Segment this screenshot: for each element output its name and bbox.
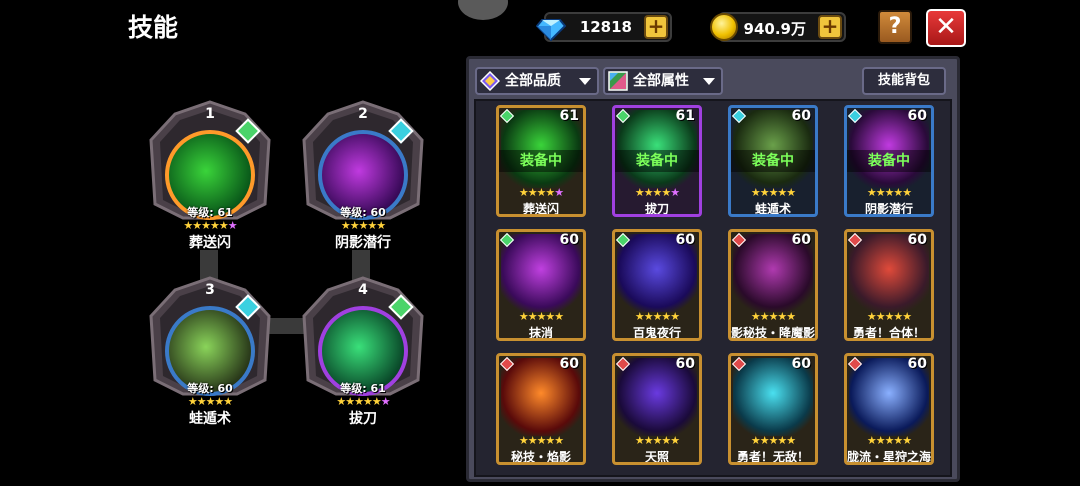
- help-button[interactable]: ?: [878, 10, 912, 44]
- skill-level: 60: [559, 232, 579, 248]
- skill-level: 60: [907, 108, 927, 124]
- gold-counter: 940.9万 +: [710, 12, 846, 42]
- skill-stars: ★★★★★: [634, 186, 680, 199]
- skill-name: 抹消: [528, 326, 553, 340]
- slot-number: 3: [205, 282, 215, 298]
- quality-icon: [480, 71, 500, 91]
- attribute-icon: [608, 71, 628, 91]
- skill-name: 阴影潜行: [864, 202, 913, 216]
- skill-name: 百鬼夜行: [632, 326, 681, 340]
- equipped-badge: 装备中: [847, 150, 931, 172]
- coin-icon: [710, 13, 738, 41]
- equipped-badge: 装备中: [615, 150, 699, 172]
- skill-level: 60: [675, 232, 695, 248]
- skill-level: 60: [559, 356, 579, 372]
- add-gems-button[interactable]: +: [644, 15, 668, 39]
- skill-card[interactable]: 60 ★★★★★ 天照: [612, 353, 702, 465]
- close-button[interactable]: ✕: [926, 9, 966, 47]
- quality-filter-label: 全部品质: [505, 73, 561, 89]
- skill-card[interactable]: 61 装备中 ★★★★★ 拔刀: [612, 105, 702, 217]
- gem-amount: 12818: [579, 18, 632, 36]
- slot-number: 2: [358, 106, 368, 122]
- slot-stars: ★★★★★: [187, 395, 233, 408]
- skill-bag-button[interactable]: 技能背包: [862, 67, 946, 95]
- skill-level: 61: [559, 108, 579, 124]
- skill-stars: ★★★★★: [750, 186, 796, 199]
- skill-panel: 全部品质 全部属性 技能背包 61 装备中 ★★★★★ 葬送闪 61 装备中 ★★★★★ 拔刀…: [466, 56, 960, 482]
- skill-name: 天照: [644, 450, 669, 464]
- skill-grid: 61 装备中 ★★★★★ 葬送闪 61 装备中 ★★★★★ 拔刀 60 装备中 ★★★★★ 蛙遁术 60…: [474, 99, 952, 477]
- skill-level: 61: [675, 108, 695, 124]
- chevron-down-icon: [579, 78, 591, 85]
- slot-level: 等级: 60: [340, 206, 386, 219]
- equipped-badge: 装备中: [731, 150, 815, 172]
- top-deco: [458, 0, 508, 20]
- slot-stars: ★★★★★★: [336, 395, 390, 408]
- slot-skill-name: 拔刀: [349, 411, 377, 427]
- gem-counter: 12818 +: [536, 12, 672, 42]
- skill-name: 勇者！无敌！: [736, 450, 809, 464]
- skill-level: 60: [791, 356, 811, 372]
- chevron-down-icon: [703, 78, 715, 85]
- skill-card[interactable]: 60 装备中 ★★★★★ 阴影潜行: [844, 105, 934, 217]
- skill-stars: ★★★★★: [866, 434, 912, 447]
- skill-card[interactable]: 60 ★★★★★ 百鬼夜行: [612, 229, 702, 341]
- add-gold-button[interactable]: +: [818, 15, 842, 39]
- skill-stars: ★★★★★: [866, 310, 912, 323]
- equipped-slot-2[interactable]: 2 等级: 60 ★★★★★ 阴影潜行: [298, 100, 428, 251]
- slot-number: 4: [358, 282, 368, 298]
- slot-stars: ★★★★★: [340, 219, 386, 232]
- equipped-slot-4[interactable]: 4 等级: 61 ★★★★★★ 拔刀: [298, 276, 428, 427]
- equipped-slot-3[interactable]: 3 等级: 60 ★★★★★ 蛙遁术: [145, 276, 275, 427]
- slot-level: 等级: 60: [187, 382, 233, 395]
- skill-card[interactable]: 60 ★★★★★ 勇者！无敌！: [728, 353, 818, 465]
- skill-card[interactable]: 60 ★★★★★ 秘技・焰影: [496, 353, 586, 465]
- gem-icon: [536, 19, 566, 42]
- skill-stars: ★★★★★: [518, 310, 564, 323]
- skill-card[interactable]: 60 ★★★★★ 勇者！合体！: [844, 229, 934, 341]
- skill-level: 60: [791, 232, 811, 248]
- skill-name: 拔刀: [644, 202, 669, 216]
- skill-stars: ★★★★★: [518, 186, 564, 199]
- skill-stars: ★★★★★: [634, 434, 680, 447]
- skill-card[interactable]: 60 ★★★★★ 抹消: [496, 229, 586, 341]
- skill-name: 影秘技・降魔影: [731, 326, 816, 340]
- slot-skill-name: 蛙遁术: [189, 411, 231, 427]
- slot-level: 等级: 61: [187, 206, 233, 219]
- skill-level: 60: [907, 232, 927, 248]
- skill-name: 葬送闪: [522, 202, 559, 216]
- skill-name: 勇者！合体！: [852, 326, 925, 340]
- slot-level: 等级: 61: [340, 382, 386, 395]
- attribute-filter-label: 全部属性: [633, 73, 689, 89]
- skill-level: 60: [907, 356, 927, 372]
- attribute-filter-dropdown[interactable]: 全部属性: [603, 67, 723, 95]
- skill-stars: ★★★★★: [634, 310, 680, 323]
- gold-amount: 940.9万: [743, 20, 806, 38]
- skill-stars: ★★★★★: [518, 434, 564, 447]
- equipped-slot-1[interactable]: 1 等级: 61 ★★★★★★ 葬送闪: [145, 100, 275, 251]
- slot-stars: ★★★★★★: [183, 219, 237, 232]
- skill-name: 蛙遁术: [754, 202, 791, 216]
- slot-skill-name: 葬送闪: [189, 235, 231, 251]
- quality-filter-dropdown[interactable]: 全部品质: [475, 67, 599, 95]
- skill-stars: ★★★★★: [866, 186, 912, 199]
- skill-card[interactable]: 60 ★★★★★ 胧流・星狩之海: [844, 353, 934, 465]
- skill-name: 胧流・星狩之海: [847, 450, 932, 464]
- slot-number: 1: [205, 106, 215, 122]
- skill-card[interactable]: 60 装备中 ★★★★★ 蛙遁术: [728, 105, 818, 217]
- skill-stars: ★★★★★: [750, 310, 796, 323]
- page-title: 技能: [128, 13, 179, 42]
- skill-stars: ★★★★★: [750, 434, 796, 447]
- slot-skill-name: 阴影潜行: [335, 235, 391, 251]
- skill-level: 60: [675, 356, 695, 372]
- skill-card[interactable]: 61 装备中 ★★★★★ 葬送闪: [496, 105, 586, 217]
- equipped-badge: 装备中: [499, 150, 583, 172]
- skill-level: 60: [791, 108, 811, 124]
- skill-card[interactable]: 60 ★★★★★ 影秘技・降魔影: [728, 229, 818, 341]
- skill-name: 秘技・焰影: [510, 450, 571, 464]
